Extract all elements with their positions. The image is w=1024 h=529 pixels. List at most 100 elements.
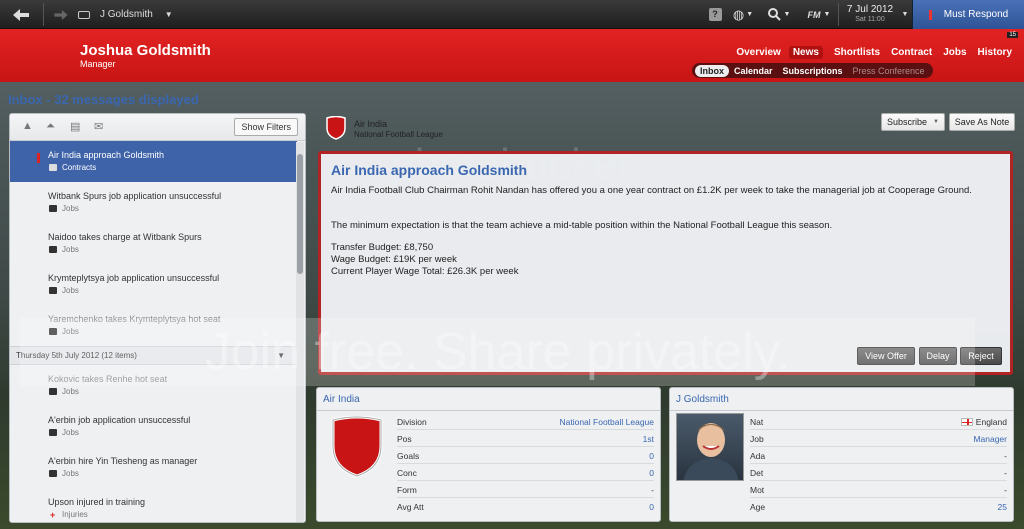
stat-value[interactable]: Manager (973, 434, 1007, 444)
subscribe-label: Subscribe (887, 117, 928, 127)
injury-icon: + (50, 510, 56, 520)
fm-menu-button[interactable]: FM ▼ (804, 0, 834, 29)
message-title: Air India approach Goldsmith (48, 150, 165, 160)
tab-jobs[interactable]: Jobs (943, 46, 966, 59)
wage-budget: Wage Budget: £19K per week (331, 254, 457, 265)
wage-total: Current Player Wage Total: £26.3K per we… (331, 266, 519, 277)
stat-value: - (651, 485, 654, 495)
divider (670, 410, 1013, 411)
forward-button[interactable] (47, 0, 75, 29)
message-title: Witbank Spurs job application unsuccessf… (48, 191, 222, 201)
nationality-value[interactable]: England (960, 417, 1007, 427)
stat-value[interactable]: National Football League (559, 417, 654, 427)
stat-value: - (1004, 485, 1007, 495)
reject-button[interactable]: Reject (960, 347, 1002, 365)
tab-news[interactable]: News (788, 46, 823, 59)
chevron-down-icon: ▼ (823, 11, 831, 18)
date-text: 7 Jul 2012 (846, 4, 894, 15)
message-category: Jobs (62, 245, 79, 254)
tab-history[interactable]: History (978, 46, 1012, 59)
subscribe-button[interactable]: Subscribe ▼ (881, 113, 945, 131)
stat-row: Ada - (750, 447, 1007, 464)
message-item[interactable]: Krymteplytsya job application unsuccessf… (10, 264, 297, 305)
message-category: Jobs (62, 327, 79, 336)
manager-switcher[interactable]: J Goldsmith ▼ (78, 0, 188, 29)
scrollbar-thumb[interactable] (297, 154, 303, 274)
stat-label: Pos (397, 434, 412, 444)
message-item[interactable]: Witbank Spurs job application unsuccessf… (10, 182, 297, 223)
sub-nav: Inbox Calendar Subscriptions Press Confe… (692, 63, 933, 78)
message-paragraph: The minimum expectation is that the team… (331, 220, 833, 231)
help-button[interactable]: ? (707, 0, 723, 29)
message-item[interactable]: A'erbin job application unsuccessful Job… (10, 406, 297, 447)
league-name[interactable]: National Football League (354, 130, 443, 139)
subtab-calendar[interactable]: Calendar (729, 65, 778, 77)
show-filters-button[interactable]: Show Filters (234, 118, 298, 136)
club-card-title[interactable]: Air India (323, 394, 360, 405)
club-card: Air India Division National Football Leag… (316, 387, 661, 522)
club-name[interactable]: Air India (354, 119, 387, 129)
save-as-note-button[interactable]: Save As Note (949, 113, 1015, 131)
alert-icon (928, 9, 932, 20)
inbox-scrollbar[interactable] (296, 142, 304, 522)
avatar (676, 413, 744, 481)
world-button[interactable]: ◍ ▼ (730, 0, 756, 29)
date-display[interactable]: 7 Jul 2012 Sat 11:00 (842, 4, 898, 23)
date-group-label: Thursday 5th July 2012 (12 items) (16, 351, 137, 360)
message-category: Jobs (62, 469, 79, 478)
mail-icon[interactable]: ✉ (94, 120, 103, 133)
view-offer-button[interactable]: View Offer (857, 347, 915, 365)
message-category: Jobs (62, 387, 79, 396)
tab-overview[interactable]: Overview (736, 46, 780, 59)
stat-label: Ada (750, 451, 766, 461)
date-group-header[interactable]: Thursday 5th July 2012 (12 items) ▼ (10, 346, 297, 365)
move-top-icon[interactable]: ⏶ (46, 120, 55, 133)
move-up-icon[interactable]: ▲ (22, 120, 33, 132)
must-respond-label: Must Respond (943, 9, 1009, 20)
stat-value: - (1004, 451, 1007, 461)
chevron-down-icon: ▼ (901, 11, 909, 18)
list-icon[interactable]: ▤ (70, 120, 80, 133)
message-item[interactable]: Naidoo takes charge at Witbank Spurs Job… (10, 223, 297, 264)
stat-value[interactable]: 0 (649, 468, 654, 478)
contract-icon (49, 164, 57, 171)
profile-nav: Overview News Shortlists Contract Jobs H… (725, 46, 1012, 59)
tab-shortlists[interactable]: Shortlists (834, 46, 880, 59)
search-button[interactable]: ▼ (764, 0, 794, 29)
message-item[interactable]: A'erbin hire Yin Tiesheng as manager Job… (10, 447, 297, 488)
stat-value[interactable]: 0 (649, 451, 654, 461)
stat-row: Goals 0 (397, 447, 654, 464)
message-item[interactable]: Kokovic takes Renhe hot seat Jobs (10, 365, 297, 406)
day-time-text: Sat 11:00 (855, 16, 885, 23)
subtab-press-conference[interactable]: Press Conference (848, 65, 930, 77)
stat-row: Nat England (750, 413, 1007, 430)
transfer-budget: Transfer Budget: £8,750 (331, 242, 434, 253)
briefcase-icon (49, 388, 57, 395)
message-item[interactable]: Yaremchenko takes Krymteplytsya hot seat… (10, 305, 297, 346)
tab-contract[interactable]: Contract (891, 46, 932, 59)
message-item[interactable]: Upson injured in training + Injuries (10, 488, 297, 522)
date-dropdown[interactable]: ▼ (899, 0, 911, 29)
stat-value[interactable]: 0 (649, 502, 654, 512)
chevron-down-icon: ▼ (783, 11, 791, 18)
back-button[interactable] (0, 0, 42, 29)
page-header: Joshua Goldsmith Manager 15 Overview New… (0, 29, 1024, 82)
fm-label: FM (807, 9, 821, 20)
collapse-icon: ▼ (277, 351, 285, 360)
subtab-subscriptions[interactable]: Subscriptions (778, 65, 848, 77)
delay-button[interactable]: Delay (919, 347, 957, 365)
stat-value: 25 (997, 502, 1007, 512)
stat-label: Division (397, 417, 427, 427)
club-crest-icon (331, 416, 383, 478)
message-item-selected[interactable]: Air India approach Goldsmith Contracts (10, 141, 297, 182)
message-heading: Air India approach Goldsmith (331, 162, 528, 178)
badge: 15 (1007, 32, 1018, 38)
manager-card-title[interactable]: J Goldsmith (676, 394, 729, 405)
chevron-down-icon: ▼ (933, 119, 939, 125)
back-arrow-icon (13, 8, 29, 21)
page-subtitle: Manager (80, 59, 116, 69)
must-respond-button[interactable]: Must Respond (912, 0, 1024, 29)
subtab-inbox[interactable]: Inbox (695, 64, 729, 77)
message-title: Krymteplytsya job application unsuccessf… (48, 273, 220, 283)
stat-value[interactable]: 1st (643, 434, 654, 444)
